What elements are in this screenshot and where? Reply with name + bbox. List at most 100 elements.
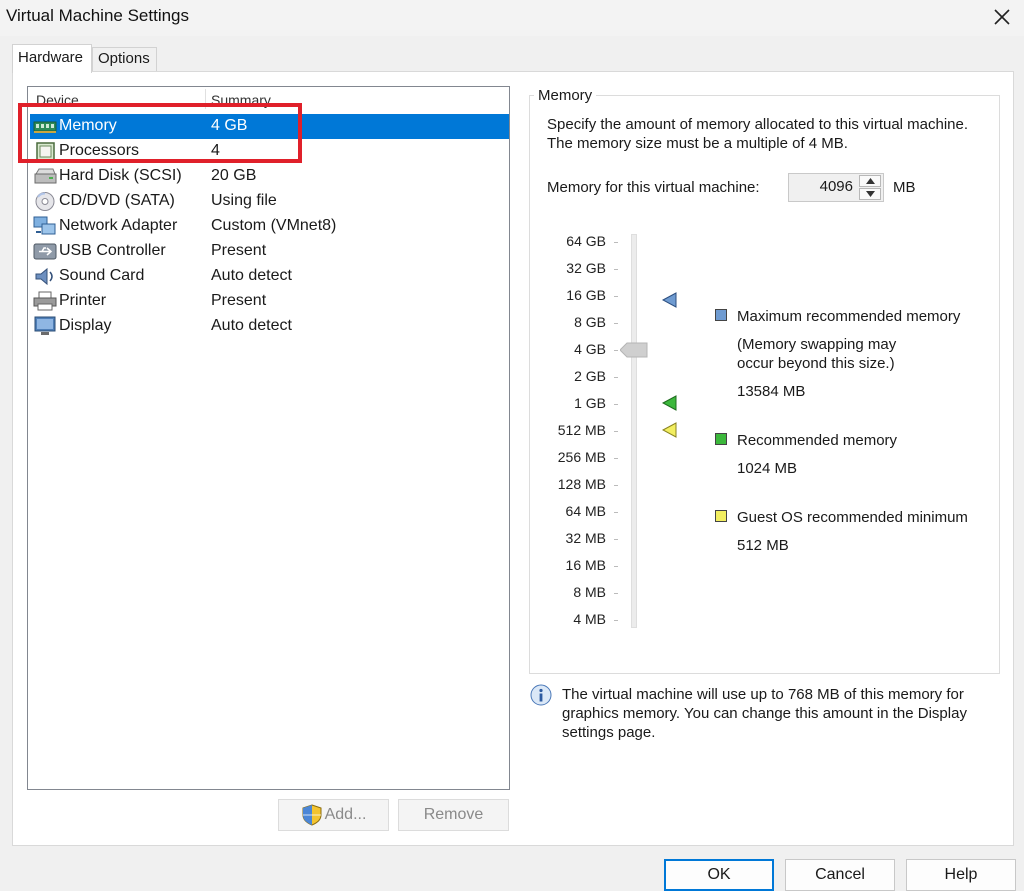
recommended-marker-icon xyxy=(662,395,677,411)
device-name: CD/DVD (SATA) xyxy=(59,192,175,209)
device-row-network-adapter[interactable]: Network Adapter Custom (VMnet8) xyxy=(30,214,509,239)
scale-tick xyxy=(614,512,618,513)
memory-spinner[interactable]: 4096 xyxy=(788,173,884,202)
add-button-label: Add... xyxy=(324,806,367,823)
scale-tick xyxy=(614,458,618,459)
scale-label: 256 MB xyxy=(557,449,606,465)
recommended-title: Recommended memory xyxy=(737,432,898,449)
info-text-line3: settings page. xyxy=(562,724,656,741)
close-button[interactable] xyxy=(988,4,1016,30)
memory-slider-track[interactable] xyxy=(631,234,637,628)
memory-value[interactable]: 4096 xyxy=(820,178,853,195)
info-icon xyxy=(530,684,552,706)
add-button[interactable]: Add... xyxy=(278,799,389,831)
max-recommended-title: Maximum recommended memory xyxy=(737,308,961,325)
ok-button[interactable]: OK xyxy=(664,859,774,891)
info-text: The virtual machine will use up to 768 M… xyxy=(562,685,1002,742)
device-row-usb-controller[interactable]: USB Controller Present xyxy=(30,239,509,264)
scale-label: 512 MB xyxy=(557,422,606,438)
scale-tick xyxy=(614,566,618,567)
column-separator xyxy=(205,89,206,109)
device-name: Processors xyxy=(59,142,140,159)
tab-options[interactable]: Options xyxy=(92,47,157,72)
device-list[interactable]: Device Summary Memory 4 GB Processors 4 … xyxy=(27,86,510,790)
close-icon xyxy=(994,9,1010,25)
scale-tick xyxy=(614,593,618,594)
scale-label: 16 MB xyxy=(565,557,606,573)
device-name: Printer xyxy=(59,292,107,309)
tab-hardware[interactable]: Hardware xyxy=(12,44,92,73)
window-title: Virtual Machine Settings xyxy=(6,6,190,25)
device-row-processors[interactable]: Processors 4 xyxy=(30,139,509,164)
device-summary: Present xyxy=(211,242,267,259)
scale-tick xyxy=(614,431,618,432)
device-summary: 20 GB xyxy=(211,167,257,184)
device-row-cd-dvd[interactable]: CD/DVD (SATA) Using file xyxy=(30,189,509,214)
device-name: USB Controller xyxy=(59,242,166,259)
device-row-display[interactable]: Display Auto detect xyxy=(30,314,509,339)
device-name: Hard Disk (SCSI) xyxy=(59,167,182,184)
memory-slider-thumb[interactable] xyxy=(620,342,648,358)
info-text-line2: graphics memory. You can change this amo… xyxy=(562,705,967,722)
scale-label: 16 GB xyxy=(566,287,606,303)
display-icon xyxy=(34,316,56,335)
scale-label: 4 MB xyxy=(573,611,606,627)
info-text-line1: The virtual machine will use up to 768 M… xyxy=(562,686,964,703)
device-summary: 4 GB xyxy=(211,117,248,134)
scale-tick xyxy=(614,539,618,540)
max-recommended-note-line1: (Memory swapping may xyxy=(737,336,897,353)
device-summary: Custom (VMnet8) xyxy=(211,217,337,234)
scale-tick xyxy=(614,404,618,405)
scale-tick xyxy=(614,296,618,297)
cd-dvd-icon xyxy=(35,192,55,211)
sound-card-icon xyxy=(35,267,53,286)
scale-label: 128 MB xyxy=(557,476,606,492)
device-summary: Auto detect xyxy=(211,267,292,284)
memory-icon xyxy=(33,121,57,133)
printer-icon xyxy=(33,291,57,311)
scale-label: 64 MB xyxy=(565,503,606,519)
memory-group-title: Memory xyxy=(534,87,597,104)
device-name: Memory xyxy=(59,117,117,134)
cancel-button-label: Cancel xyxy=(815,866,865,883)
scale-label: 8 MB xyxy=(573,584,606,600)
device-row-memory[interactable]: Memory 4 GB xyxy=(30,114,509,139)
processor-icon xyxy=(36,142,55,161)
memory-increment-button[interactable] xyxy=(859,175,881,187)
max-recommended-legend-icon xyxy=(715,309,727,321)
guest-minimum-marker-icon xyxy=(662,422,677,438)
cancel-button[interactable]: Cancel xyxy=(785,859,895,891)
list-header: Device Summary xyxy=(28,87,509,114)
title-bar: Virtual Machine Settings xyxy=(0,0,1024,36)
scale-label: 32 GB xyxy=(566,260,606,276)
scale-label: 64 GB xyxy=(566,233,606,249)
column-header-device[interactable]: Device xyxy=(36,92,79,108)
device-row-hard-disk[interactable]: Hard Disk (SCSI) 20 GB xyxy=(30,164,509,189)
scale-tick xyxy=(614,269,618,270)
scale-tick xyxy=(614,350,618,351)
scale-label: 8 GB xyxy=(574,314,606,330)
device-name: Network Adapter xyxy=(59,217,178,234)
scale-label: 4 GB xyxy=(574,341,606,357)
usb-icon xyxy=(33,243,57,260)
column-header-summary[interactable]: Summary xyxy=(211,92,271,108)
device-row-printer[interactable]: Printer Present xyxy=(30,289,509,314)
help-button[interactable]: Help xyxy=(906,859,1016,891)
max-recommended-value: 13584 MB xyxy=(737,383,806,400)
hard-disk-icon xyxy=(34,168,57,184)
chevron-down-icon xyxy=(865,191,875,197)
memory-decrement-button[interactable] xyxy=(859,188,881,200)
remove-button[interactable]: Remove xyxy=(398,799,509,831)
recommended-value: 1024 MB xyxy=(737,460,798,477)
remove-button-label: Remove xyxy=(423,806,484,823)
shield-icon xyxy=(302,804,322,826)
max-recommended-note-line2: occur beyond this size.) xyxy=(737,355,895,372)
max-recommended-marker-icon xyxy=(662,292,677,308)
device-row-sound-card[interactable]: Sound Card Auto detect xyxy=(30,264,509,289)
scale-tick xyxy=(614,242,618,243)
device-summary: 4 xyxy=(211,142,220,159)
scale-tick xyxy=(614,377,618,378)
guest-minimum-legend-icon xyxy=(715,510,727,522)
memory-description: Specify the amount of memory allocated t… xyxy=(547,116,969,152)
ok-button-label: OK xyxy=(707,866,731,883)
